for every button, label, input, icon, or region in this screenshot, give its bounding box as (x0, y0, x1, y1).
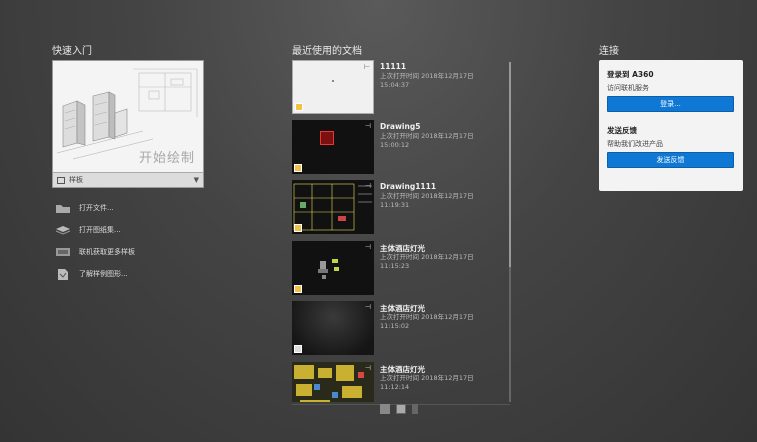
recent-item[interactable]: ⊣ Drawing5 上次打开时间 2018年12月17日 15:00:12 (292, 120, 497, 174)
recent-item-time: 11:15:23 (380, 262, 410, 270)
recent-item-opened: 上次打开时间 2018年12月17日 (380, 253, 474, 261)
start-drawing-label: 开始绘制 (138, 151, 195, 166)
recent-item-meta: 上次打开时间 2018年12月17日 15:00:12 (380, 132, 474, 150)
signin-button[interactable]: 登录... (607, 96, 734, 112)
recent-item-time: 11:15:02 (380, 322, 410, 330)
large-thumbnail-view-icon[interactable] (380, 404, 390, 414)
connect-panel: 登录到 A360 访问联机服务 登录... 发送反馈 帮助我们改进产品 发送反馈 (599, 60, 743, 191)
recent-item-name: Drawing1111 (380, 182, 437, 191)
dwg-file-icon (294, 164, 302, 172)
sheet-set-icon (55, 224, 71, 236)
online-templates-link[interactable]: 联机获取更多样板 (55, 241, 135, 263)
recent-item[interactable]: ⊣ 主体酒店灯光 上次打开时间 2018年12月17日 11:15:23 (292, 241, 497, 295)
view-toggle (380, 404, 418, 414)
recent-item-opened: 上次打开时间 2018年12月17日 (380, 313, 474, 321)
recent-item-opened: 上次打开时间 2018年12月17日 (380, 72, 474, 80)
list-view-icon[interactable] (412, 404, 418, 414)
recent-item[interactable]: ⊢ 11111 上次打开时间 2018年12月17日 15:04:37 (292, 60, 497, 114)
recent-item-opened: 上次打开时间 2018年12月17日 (380, 374, 474, 382)
recent-scrollbar[interactable] (509, 62, 511, 402)
drawing-thumbnail: ⊣ (292, 301, 374, 355)
start-drawing-card[interactable]: 开始绘制 样板 ▼ (52, 60, 204, 188)
dwg-file-icon (294, 285, 302, 293)
dwg-file-icon (294, 345, 302, 353)
chevron-down-icon[interactable]: ▼ (194, 176, 199, 184)
connect-title: 连接 (599, 46, 619, 57)
drawing-thumbnail: ⊣ (292, 241, 374, 295)
online-templates-label: 联机获取更多样板 (79, 248, 135, 256)
recent-item-meta: 上次打开时间 2018年12月17日 11:15:02 (380, 313, 474, 331)
signin-heading: 登录到 A360 (607, 70, 654, 79)
recent-item-meta: 上次打开时间 2018年12月17日 15:04:37 (380, 72, 474, 90)
recent-item-time: 15:04:37 (380, 81, 410, 89)
recent-item-meta: 上次打开时间 2018年12月17日 11:15:23 (380, 253, 474, 271)
sample-drawings-icon (55, 268, 71, 280)
feedback-heading: 发送反馈 (607, 126, 637, 135)
recent-item-time: 15:00:12 (380, 141, 410, 149)
open-sheet-set-link[interactable]: 打开图纸集... (55, 219, 135, 241)
pin-icon[interactable]: ⊣ (365, 303, 371, 311)
recent-item[interactable]: ⊣ 主体酒店灯光 上次打开时间 2018年12月17日 11:12:14 (292, 362, 497, 402)
signin-subtext: 访问联机服务 (607, 84, 649, 92)
online-templates-icon (55, 246, 71, 258)
dwg-file-icon (295, 103, 303, 111)
quick-start-links: 打开文件... 打开图纸集... 联机获取更多样板 了解样例图形... (55, 197, 135, 285)
feedback-subtext: 帮助我们改进产品 (607, 140, 663, 148)
quick-start-title: 快速入门 (52, 46, 92, 57)
template-selector[interactable]: 样板 ▼ (53, 172, 203, 187)
recent-item-opened: 上次打开时间 2018年12月17日 (380, 132, 474, 140)
pin-icon[interactable]: ⊣ (365, 122, 371, 130)
recent-item-name: Drawing5 (380, 122, 421, 131)
folder-icon (55, 202, 71, 214)
recent-item-time: 11:19:31 (380, 201, 410, 209)
drawing-thumbnail: ⊢ (292, 60, 374, 114)
recent-item[interactable]: ⊣ 主体酒店灯光 上次打开时间 2018年12月17日 11:15:02 (292, 301, 497, 355)
drawing-thumbnail: ⊣ (292, 180, 374, 234)
open-file-label: 打开文件... (79, 204, 114, 212)
dwg-file-icon (294, 224, 302, 232)
recent-item-meta: 上次打开时间 2018年12月17日 11:19:31 (380, 192, 474, 210)
recent-item-time: 11:12:14 (380, 383, 410, 391)
scrollbar-thumb[interactable] (509, 62, 511, 267)
drawing-thumbnail: ⊣ (292, 362, 374, 402)
open-file-link[interactable]: 打开文件... (55, 197, 135, 219)
drawing-thumbnail: ⊣ (292, 120, 374, 174)
sample-drawings-link[interactable]: 了解样例图形... (55, 263, 135, 285)
template-icon (57, 176, 65, 184)
recent-item-name: 11111 (380, 62, 407, 71)
recent-documents-list: ⊢ 11111 上次打开时间 2018年12月17日 15:04:37 ⊣ Dr… (292, 60, 510, 402)
pin-icon[interactable]: ⊢ (364, 63, 370, 71)
sample-drawings-label: 了解样例图形... (79, 270, 128, 278)
list-thumbnail-view-icon[interactable] (396, 404, 406, 414)
recent-item[interactable]: ⊣ Drawing1111 上次打开时间 2018年12月17日 11:19:3… (292, 180, 497, 234)
open-sheet-set-label: 打开图纸集... (79, 226, 121, 234)
recent-documents-title: 最近使用的文档 (292, 46, 362, 57)
template-label: 样板 (69, 176, 83, 184)
send-feedback-button[interactable]: 发送反馈 (607, 152, 734, 168)
recent-item-opened: 上次打开时间 2018年12月17日 (380, 192, 474, 200)
recent-item-meta: 上次打开时间 2018年12月17日 11:12:14 (380, 374, 474, 392)
